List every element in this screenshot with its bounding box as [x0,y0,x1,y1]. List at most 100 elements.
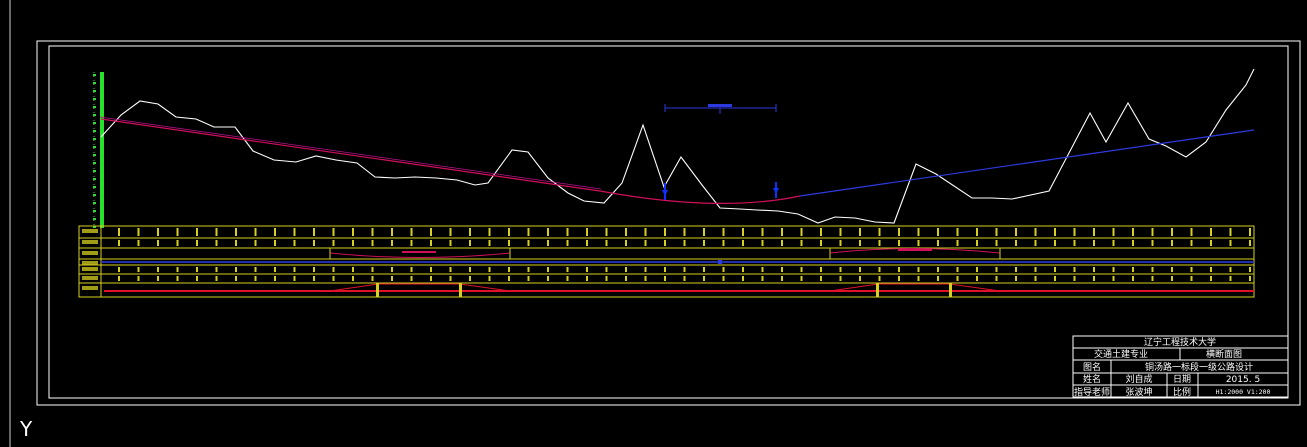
table-tick [1132,228,1134,236]
table-tick [215,240,218,246]
table-tick [917,228,920,236]
table-tick [196,240,198,246]
table-tick [1112,267,1115,272]
table-tick [215,276,218,281]
row-label-block [82,229,98,233]
table-tick [488,240,491,246]
major-name: 交通土建专业 [1094,348,1148,360]
table-tick [664,240,666,246]
table-tick [800,276,803,281]
scale-label: 比例 [1173,386,1191,398]
table-tick [566,267,569,272]
cad-drawing-canvas[interactable]: 辽宁工程技术大学 交通土建专业 横断面图 图名 铜汤路一标段一级公路设计 姓名 … [0,0,1307,447]
table-tick [644,276,647,281]
table-tick [800,228,803,236]
table-tick [820,240,822,246]
table-tick [254,276,257,281]
table-tick [761,228,764,236]
table-tick [898,240,900,246]
table-tick [1034,267,1037,272]
table-tick [839,228,842,236]
table-tick [566,240,569,246]
table-tick [410,228,413,236]
table-tick [722,228,725,236]
table-tick [293,267,296,272]
table-tick [1171,276,1173,281]
table-tick [859,276,861,281]
table-tick [469,240,471,246]
table-tick [118,267,120,272]
table-tick [527,276,530,281]
table-tick [683,228,686,236]
table-tick [391,267,393,272]
design-grade-line-west [100,118,801,204]
table-tick [196,267,198,272]
table-tick [488,276,491,281]
table-tick [254,240,257,246]
table-tick [1112,240,1115,246]
table-tick [937,276,939,281]
scale-tick [93,154,96,156]
table-tick [878,267,881,272]
profile-data-table [78,225,1255,298]
table-tick [157,276,159,281]
table-tick [664,267,666,272]
table-tick [625,228,627,236]
table-tick [1249,267,1251,272]
scale-tick [93,202,96,204]
table-tick [683,276,686,281]
table-tick [1249,240,1251,246]
table-tick [722,267,725,272]
table-tick [1093,267,1095,272]
table-tick [976,267,978,272]
table-tick [488,267,491,272]
scale-tick [93,178,96,180]
table-tick [1132,276,1134,281]
table-tick [332,276,335,281]
table-tick [371,228,374,236]
table-tick [995,276,998,281]
table-tick [1054,228,1056,236]
scale-tick [93,210,96,212]
table-tick [352,228,354,236]
scale-tick [93,218,96,220]
table-tick [196,276,198,281]
table-tick [527,228,530,236]
table-tick [449,267,452,272]
table-tick [586,267,588,272]
table-tick [878,276,881,281]
table-tick [313,276,315,281]
table-tick [1112,228,1115,236]
row-label-block [82,240,98,244]
table-tick [118,276,120,281]
table-tick [235,267,237,272]
scale-tick [93,138,96,140]
advisor-name: 张波坤 [1125,386,1152,398]
table-tick [508,228,510,236]
drawing-type: 横断面图 [1206,348,1242,360]
table-tick [761,267,764,272]
table-tick [215,267,218,272]
table-tick [1015,276,1017,281]
table-tick [235,228,237,236]
table-tick [859,228,861,236]
inner-frame [48,45,1289,399]
table-tick [313,240,315,246]
vertical-curve-annotation [664,104,777,114]
table-tick [976,228,978,236]
table-tick [1093,276,1095,281]
table-tick [1171,228,1173,236]
table-tick [703,267,705,272]
table-tick [664,228,666,236]
table-tick [137,240,140,246]
table-tick [449,276,452,281]
table-tick [449,240,452,246]
table-tick [1093,228,1095,236]
table-tick [956,267,959,272]
table-tick [527,267,530,272]
table-tick [1073,267,1076,272]
table-tick [332,267,335,272]
table-tick [898,276,900,281]
table-tick [254,228,257,236]
advisor-label: 指导老师 [1074,386,1110,398]
